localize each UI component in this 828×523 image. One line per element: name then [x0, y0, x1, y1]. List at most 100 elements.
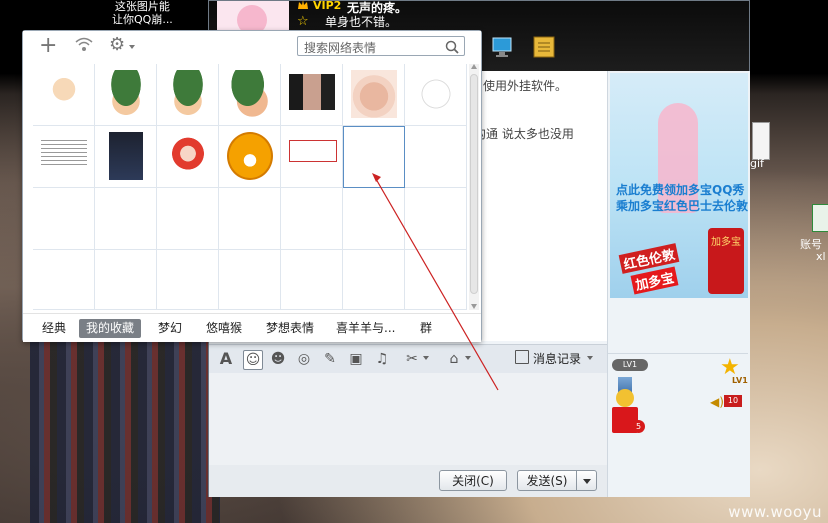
message-text: 沟通 说太多也没用: [474, 127, 574, 141]
chevron-down-icon: [583, 479, 591, 484]
tab-dream-emoticons[interactable]: 梦想表情: [259, 319, 321, 338]
emoticon-cell[interactable]: [33, 188, 95, 250]
emoticon-cell[interactable]: [405, 64, 467, 126]
level-star-label: LV1: [732, 376, 748, 385]
level-badge: LV1: [612, 359, 648, 371]
emoticon-cell[interactable]: [219, 126, 281, 188]
watermark: www.wooyu: [728, 503, 822, 521]
chevron-down-icon[interactable]: [587, 356, 593, 360]
scroll-up-arrow-icon[interactable]: [471, 64, 477, 69]
close-button[interactable]: 关闭(C): [439, 470, 507, 491]
remote-assist-icon[interactable]: [489, 35, 515, 59]
music-icon[interactable]: ♫: [373, 350, 391, 368]
chevron-down-icon[interactable]: [465, 356, 471, 360]
emoticon-cell-selected[interactable]: [343, 126, 405, 188]
screenshot-scissors-icon[interactable]: ✂: [403, 350, 421, 368]
send-options-button[interactable]: [576, 470, 597, 491]
emoticon-cell[interactable]: [95, 64, 157, 126]
tab-dream[interactable]: 梦幻: [151, 319, 189, 338]
emoticon-cell[interactable]: [157, 250, 219, 310]
emoticon-cell[interactable]: [95, 126, 157, 188]
emoticon-cell[interactable]: [219, 64, 281, 126]
tab-group[interactable]: 群: [413, 319, 439, 338]
message-input[interactable]: [209, 373, 607, 465]
emoticon-cell[interactable]: [157, 188, 219, 250]
emoticon-cell[interactable]: [95, 250, 157, 310]
vip-crown-icon: [297, 0, 309, 11]
emoticon-panel-header: + ⚙ 搜索网络表情: [23, 31, 481, 63]
ad-line2: 乘加多宝红色巴士去伦敦: [616, 199, 749, 213]
emoticon-cell[interactable]: [157, 126, 219, 188]
tab-pleasant-goat[interactable]: 喜羊羊与...: [329, 319, 402, 338]
speaker-icon[interactable]: ◀): [710, 395, 724, 409]
emoticon-cell[interactable]: [219, 250, 281, 310]
tab-youxihou[interactable]: 悠嘻猴: [199, 319, 249, 338]
search-placeholder: 搜索网络表情: [304, 41, 377, 55]
add-emoticon-icon[interactable]: +: [39, 35, 57, 57]
emoticon-cell[interactable]: [281, 250, 343, 310]
briefcase-icon[interactable]: ⌂: [445, 350, 463, 368]
excel-file-icon[interactable]: [812, 204, 828, 232]
emoticon-image: [41, 70, 87, 118]
emoticon-cell[interactable]: [405, 188, 467, 250]
clock-icon: [515, 350, 529, 364]
scrollbar-thumb[interactable]: [470, 74, 478, 294]
emoticon-image: [289, 74, 335, 110]
chat-bottom-bar: 关闭(C) 发送(S): [209, 465, 607, 497]
emoticon-cell[interactable]: [405, 250, 467, 310]
right-side-panel: 点此免费领加多宝QQ秀 乘加多宝红色巴士去伦敦 红色伦敦 加多宝 加多宝 LV1…: [607, 71, 750, 497]
chevron-down-icon[interactable]: [129, 45, 135, 49]
emoticon-image: [109, 132, 143, 180]
tab-my-favorites[interactable]: 我的收藏: [79, 319, 142, 338]
scroll-down-arrow-icon[interactable]: [471, 304, 477, 309]
emoticon-image: [103, 70, 149, 118]
window-shake-icon[interactable]: ◎: [295, 350, 313, 368]
emoticon-cell[interactable]: [343, 250, 405, 310]
gif-file-icon[interactable]: [752, 122, 770, 160]
emoticon-cell[interactable]: [281, 64, 343, 126]
send-button[interactable]: 发送(S): [517, 470, 577, 491]
wallpaper-clothes-rack: [30, 320, 220, 523]
excel-file-label-line2: xl: [816, 250, 826, 263]
medal-icon: [616, 389, 634, 407]
emoticon-panel: + ⚙ 搜索网络表情 经典 我的收藏 梦幻 悠嘻猴 梦想表情 喜羊羊与... 群: [22, 30, 482, 342]
emoticon-cell[interactable]: [33, 64, 95, 126]
emoticon-search-input[interactable]: 搜索网络表情: [297, 36, 465, 56]
tab-classic[interactable]: 经典: [35, 319, 73, 338]
star-icon: ☆: [297, 14, 309, 29]
vip-badge: VIP2: [313, 0, 342, 12]
emoticon-image: [227, 132, 273, 180]
emoticon-cell[interactable]: [343, 64, 405, 126]
emoticon-scrollbar[interactable]: [469, 64, 479, 310]
emoticon-cell[interactable]: [219, 188, 281, 250]
magic-emoticon-icon[interactable]: ☻: [269, 350, 287, 368]
message-history-button[interactable]: 消息记录: [533, 350, 581, 367]
emoticon-icon[interactable]: ☺: [243, 350, 263, 370]
gear-icon[interactable]: ⚙: [109, 35, 125, 55]
graffiti-icon[interactable]: ✎: [321, 350, 339, 368]
search-icon[interactable]: [444, 39, 460, 55]
emoticon-image: [351, 70, 397, 118]
emoticon-cell[interactable]: [33, 250, 95, 310]
emoticon-image: [165, 70, 211, 118]
wireless-icon[interactable]: [73, 37, 95, 55]
emoticon-tabs: 经典 我的收藏 梦幻 悠嘻猴 梦想表情 喜羊羊与... 群: [23, 313, 481, 342]
emoticon-image: [165, 132, 211, 180]
font-icon[interactable]: A: [217, 350, 235, 368]
ad-promo-text: 加多宝: [630, 266, 679, 295]
emoticon-cell[interactable]: [95, 188, 157, 250]
notes-icon[interactable]: [531, 35, 557, 59]
emoticon-cell[interactable]: [343, 188, 405, 250]
message-text: 使用外挂软件。: [483, 79, 568, 93]
emoticon-cell[interactable]: [281, 126, 343, 188]
chevron-down-icon[interactable]: [423, 356, 429, 360]
emoticon-image: [289, 140, 337, 162]
emoticon-cell[interactable]: [33, 126, 95, 188]
emoticon-cell[interactable]: [405, 126, 467, 188]
volume-badge: 10: [724, 395, 742, 407]
emoticon-cell[interactable]: [281, 188, 343, 250]
emoticon-cell[interactable]: [157, 64, 219, 126]
send-image-icon[interactable]: ▣: [347, 350, 365, 368]
desktop-icon-image-label[interactable]: 这张图片能 让你QQ崩...: [112, 0, 173, 26]
advertisement-banner[interactable]: 点此免费领加多宝QQ秀 乘加多宝红色巴士去伦敦 红色伦敦 加多宝 加多宝: [610, 73, 748, 298]
